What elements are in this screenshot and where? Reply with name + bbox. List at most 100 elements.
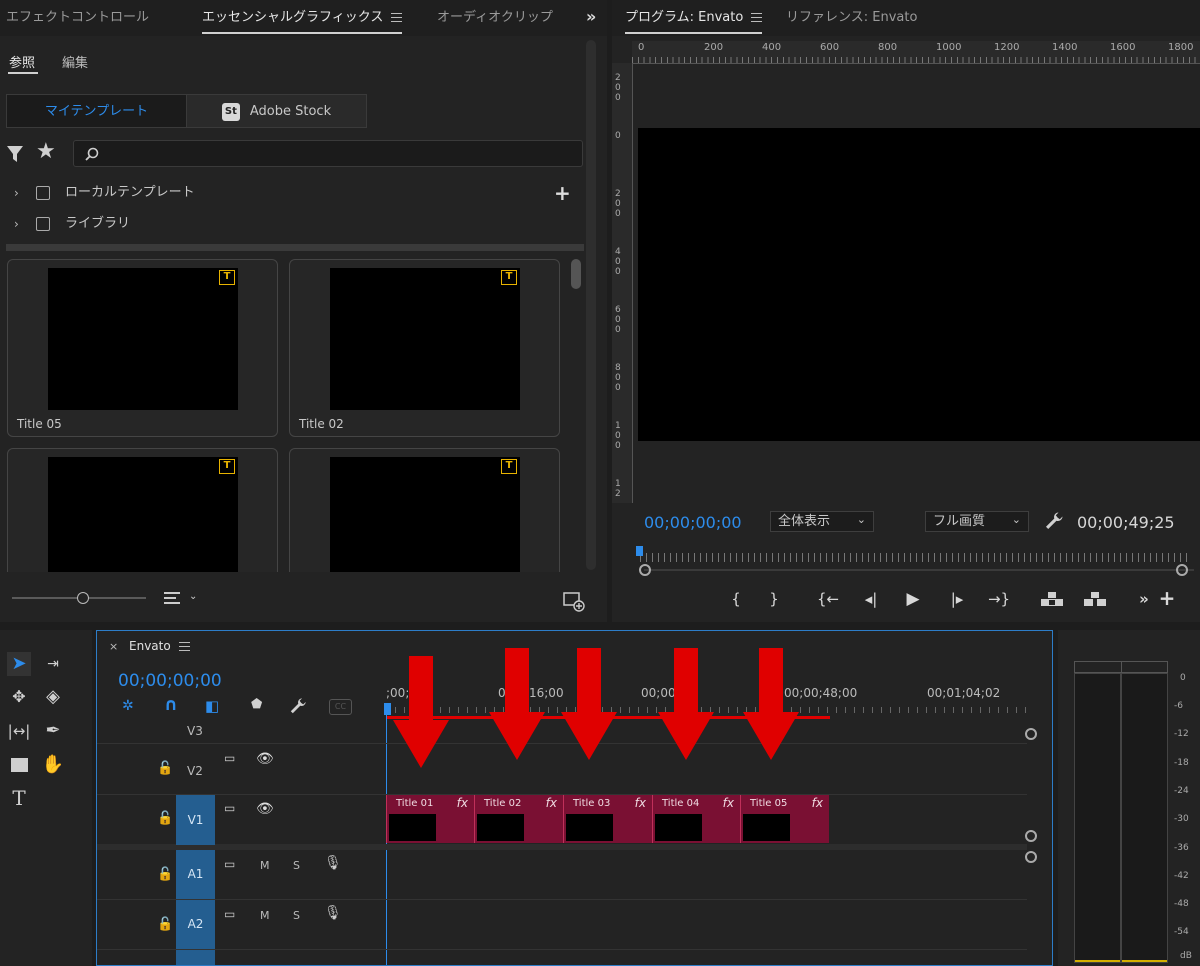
- track-target-a3[interactable]: [176, 950, 215, 965]
- mark-out-icon[interactable]: }: [764, 589, 784, 609]
- step-forward-icon[interactable]: |▸: [946, 589, 968, 609]
- filter-icon[interactable]: [6, 145, 24, 163]
- zoom-scrollbar[interactable]: [644, 569, 1194, 571]
- mute-button[interactable]: M: [260, 909, 270, 922]
- subtab-edit[interactable]: 編集: [62, 52, 88, 71]
- microphone-icon[interactable]: 🎙: [324, 855, 342, 871]
- new-layer-icon[interactable]: [563, 592, 585, 612]
- linked-selection-icon[interactable]: ◧: [205, 697, 219, 715]
- template-card[interactable]: T: [289, 448, 560, 599]
- list-view-menu-icon[interactable]: [164, 592, 180, 605]
- more-controls-icon[interactable]: »: [1134, 589, 1154, 609]
- chevron-down-icon[interactable]: ⌄: [189, 591, 197, 602]
- slip-tool-icon[interactable]: |↔|: [7, 719, 31, 743]
- lock-icon[interactable]: 🔓: [157, 761, 173, 776]
- panel-menu-icon[interactable]: [178, 642, 190, 651]
- panel-menu-icon[interactable]: [751, 13, 763, 22]
- title-clip[interactable]: Title 02 fx: [474, 795, 563, 843]
- current-timecode[interactable]: 00;00;00;00: [644, 513, 742, 532]
- audio-scroll-handle-top[interactable]: [1025, 851, 1037, 863]
- track-target-a1[interactable]: A1: [176, 850, 215, 899]
- template-search-input[interactable]: [73, 140, 583, 167]
- ripple-edit-tool-icon[interactable]: ✥: [7, 685, 31, 709]
- zoom-select[interactable]: 全体表示 ⌄: [770, 511, 874, 532]
- eye-icon[interactable]: 👁: [256, 801, 274, 817]
- sync-lock-icon[interactable]: ▭: [224, 857, 235, 871]
- tab-effect-controls[interactable]: エフェクトコントロール: [6, 0, 149, 36]
- zoom-handle-left[interactable]: [639, 564, 651, 576]
- captions-icon[interactable]: CC: [329, 699, 352, 715]
- tab-reference[interactable]: リファレンス: Envato: [786, 0, 917, 36]
- tree-row-libraries[interactable]: › ライブラリ: [6, 209, 584, 239]
- slider-handle[interactable]: [77, 592, 89, 604]
- chevron-right-icon[interactable]: ›: [14, 178, 19, 208]
- chevron-right-icon[interactable]: ›: [14, 209, 19, 239]
- panel-menu-icon[interactable]: [391, 13, 403, 22]
- title-clip[interactable]: Title 03 fx: [563, 795, 652, 843]
- tree-row-local-templates[interactable]: › ローカルテンプレート +: [6, 178, 584, 208]
- lock-icon[interactable]: 🔓: [157, 867, 173, 882]
- timeline-settings-wrench-icon[interactable]: [289, 697, 307, 715]
- lift-icon[interactable]: [1040, 591, 1064, 607]
- video-scroll-handle-top[interactable]: [1025, 728, 1037, 740]
- tab-audio-clip[interactable]: オーディオクリップ: [437, 0, 553, 36]
- solo-button[interactable]: S: [293, 909, 300, 922]
- rectangle-tool-icon[interactable]: [7, 753, 31, 777]
- step-back-icon[interactable]: ◂|: [860, 589, 882, 609]
- subtab-browse[interactable]: 参照: [9, 52, 35, 71]
- title-clip[interactable]: Title 01 fx: [386, 795, 474, 843]
- search-icon: [85, 147, 99, 161]
- zoom-handle-right[interactable]: [1176, 564, 1188, 576]
- eye-icon[interactable]: 👁: [256, 751, 274, 767]
- wrench-settings-icon[interactable]: [1044, 511, 1064, 531]
- monitor-playhead[interactable]: [636, 546, 643, 556]
- overflow-tabs-icon[interactable]: »: [586, 7, 596, 26]
- track-target-a2[interactable]: A2: [176, 900, 215, 949]
- microphone-icon[interactable]: 🎙: [324, 905, 342, 921]
- tab-essential-graphics[interactable]: エッセンシャルグラフィックス: [202, 0, 403, 36]
- extract-icon[interactable]: [1083, 591, 1107, 607]
- close-sequence-icon[interactable]: ×: [109, 640, 118, 653]
- mute-button[interactable]: M: [260, 859, 270, 872]
- track-select-tool-icon[interactable]: ⇥: [41, 652, 65, 676]
- hand-tool-icon[interactable]: ✋: [41, 753, 65, 777]
- favorites-star-icon[interactable]: ★: [36, 139, 56, 164]
- video-scroll-handle-bottom[interactable]: [1025, 830, 1037, 842]
- go-to-in-icon[interactable]: {←: [815, 589, 841, 609]
- timeline-timecode[interactable]: 00;00;00;00: [118, 671, 222, 691]
- button-editor-plus-icon[interactable]: +: [1156, 588, 1178, 608]
- sync-lock-icon[interactable]: ▭: [224, 907, 235, 921]
- sync-lock-icon[interactable]: ▭: [224, 801, 235, 815]
- track-target-v1[interactable]: V1: [176, 795, 215, 845]
- pen-tool-icon[interactable]: ✒: [41, 719, 65, 743]
- razor-tool-icon[interactable]: ◈: [41, 685, 65, 709]
- add-marker-icon[interactable]: ⬟: [251, 697, 262, 712]
- sync-lock-icon[interactable]: ▭: [224, 751, 235, 765]
- add-plus-icon[interactable]: +: [554, 178, 571, 208]
- timeline-playhead-head[interactable]: [384, 703, 391, 715]
- lock-icon[interactable]: 🔓: [157, 917, 173, 932]
- mark-in-icon[interactable]: {: [726, 589, 746, 609]
- quality-select[interactable]: フル画質 ⌄: [925, 511, 1029, 532]
- tab-program[interactable]: プログラム: Envato: [625, 0, 763, 36]
- solo-button[interactable]: S: [293, 859, 300, 872]
- selection-tool-icon[interactable]: ➤: [7, 652, 31, 676]
- template-card[interactable]: T: [7, 448, 278, 599]
- my-templates-tab[interactable]: マイテンプレート: [6, 94, 187, 128]
- template-card[interactable]: T Title 02: [289, 259, 560, 437]
- title-clip[interactable]: Title 05 fx: [740, 795, 829, 843]
- scrollbar-track[interactable]: [586, 40, 596, 570]
- libraries-checkbox[interactable]: [36, 217, 50, 231]
- title-clip[interactable]: Title 04 fx: [652, 795, 740, 843]
- local-templates-checkbox[interactable]: [36, 186, 50, 200]
- cards-scrollbar[interactable]: [571, 259, 581, 289]
- template-card[interactable]: T Title 05: [7, 259, 278, 437]
- snap-magnet-icon[interactable]: ∩: [164, 695, 178, 715]
- play-icon[interactable]: ▶: [902, 589, 924, 609]
- type-tool-icon[interactable]: T: [7, 786, 31, 810]
- nest-insert-icon[interactable]: ✲: [122, 698, 134, 714]
- lock-icon[interactable]: 🔓: [157, 811, 173, 826]
- go-to-out-icon[interactable]: →}: [986, 589, 1012, 609]
- sequence-tab[interactable]: Envato: [129, 639, 190, 653]
- adobe-stock-tab[interactable]: St Adobe Stock: [186, 94, 367, 128]
